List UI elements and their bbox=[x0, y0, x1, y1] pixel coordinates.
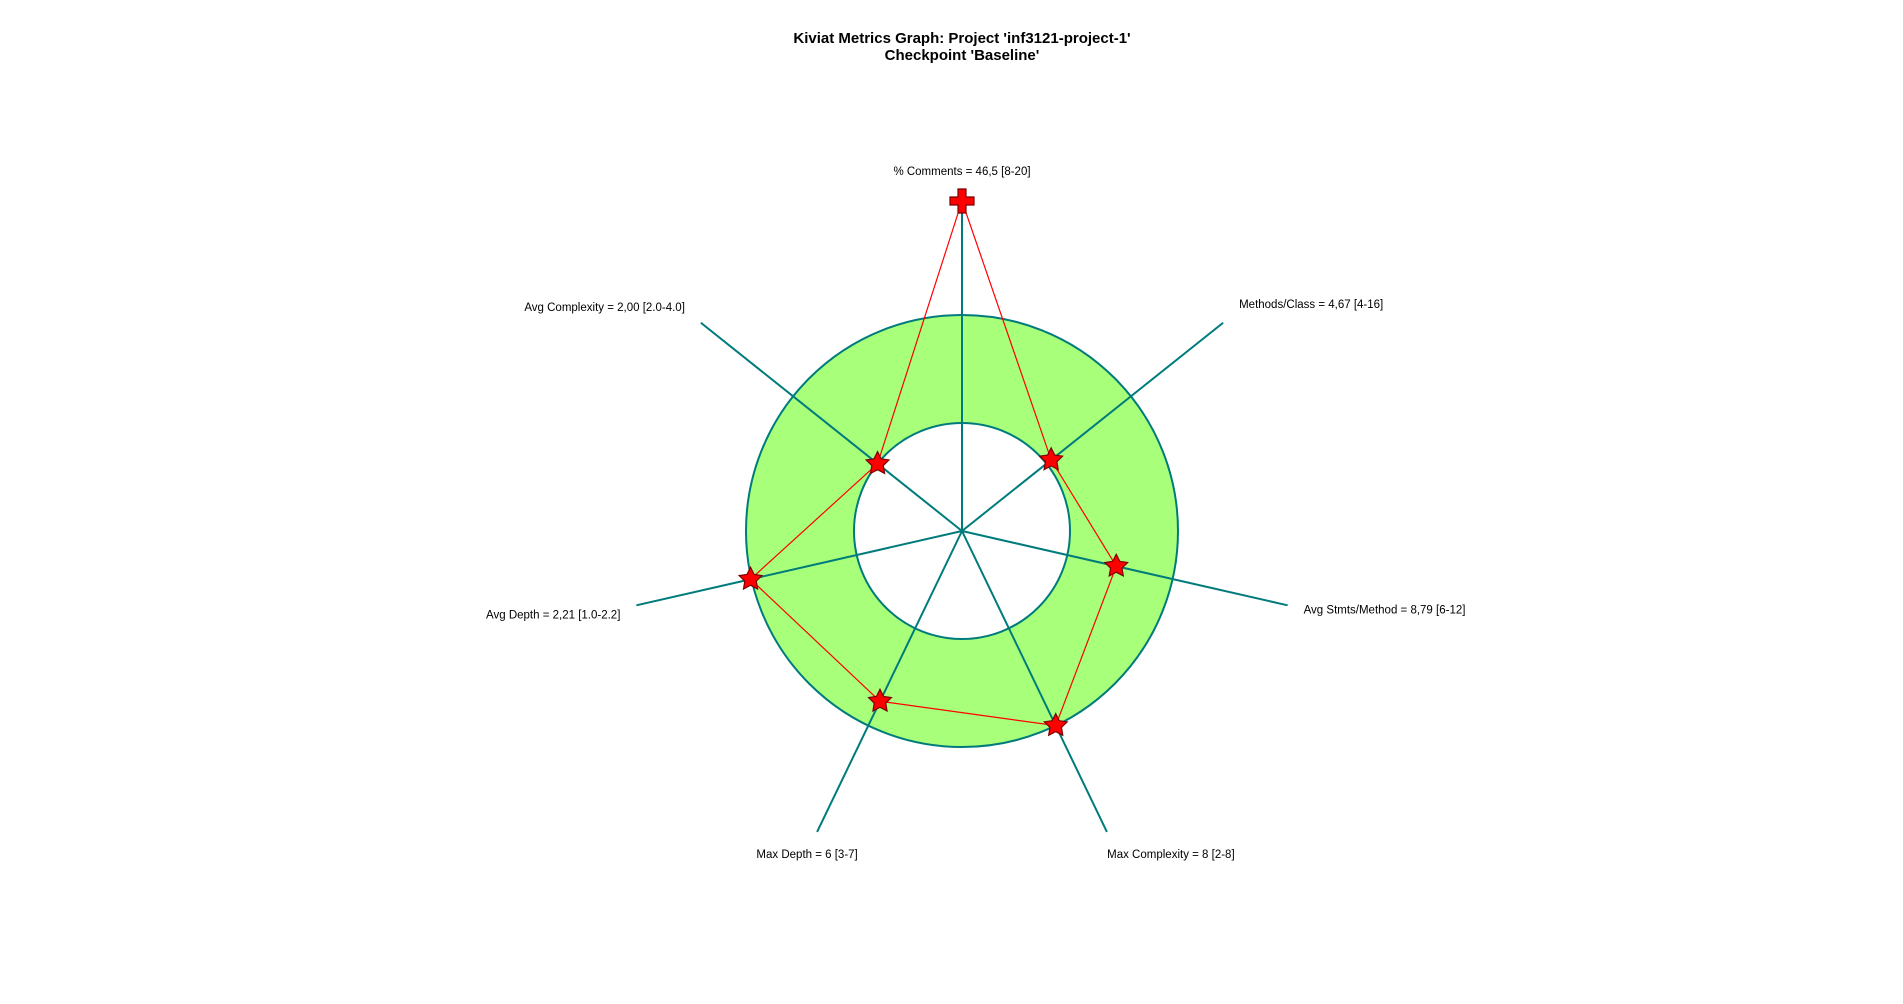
chart-title: Kiviat Metrics Graph: Project 'inf3121-p… bbox=[793, 30, 1130, 47]
axis-label: Max Complexity = 8 [2-8] bbox=[1107, 849, 1235, 861]
axis-label: Avg Depth = 2,21 [1.0-2.2] bbox=[486, 609, 620, 621]
axis-label: % Comments = 46,5 [8-20] bbox=[893, 166, 1030, 178]
chart-subtitle: Checkpoint 'Baseline' bbox=[885, 47, 1040, 64]
axis-label: Avg Complexity = 2,00 [2.0-4.0] bbox=[524, 302, 685, 314]
axis-label: Avg Stmts/Method = 8,79 [6-12] bbox=[1304, 604, 1466, 616]
axis-labels: % Comments = 46,5 [8-20] Methods/Class = … bbox=[486, 166, 1465, 861]
out-of-range-cross-marker bbox=[949, 188, 975, 214]
kiviat-chart: Kiviat Metrics Graph: Project 'inf3121-p… bbox=[486, 30, 1465, 861]
axis-label: Max Depth = 6 [3-7] bbox=[756, 849, 857, 861]
axis-label: Methods/Class = 4,67 [4-16] bbox=[1239, 299, 1383, 311]
